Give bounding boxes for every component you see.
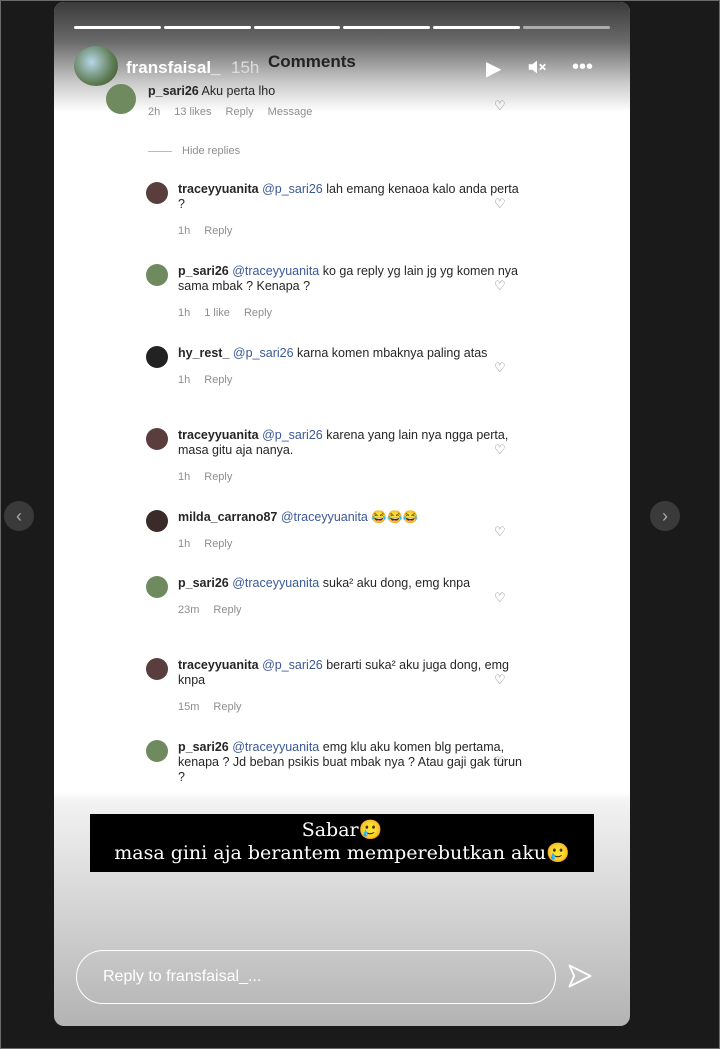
comment-user[interactable]: p_sari26 bbox=[178, 576, 229, 590]
next-story-button[interactable]: › bbox=[650, 501, 680, 531]
comment-mention[interactable]: @traceyyuanita bbox=[232, 576, 319, 590]
comment-mention[interactable]: @p_sari26 bbox=[262, 428, 323, 442]
message-link[interactable]: Message bbox=[268, 106, 313, 118]
avatar[interactable] bbox=[146, 428, 168, 450]
comment-likes[interactable]: 1 like bbox=[204, 307, 230, 319]
avatar[interactable] bbox=[146, 576, 168, 598]
reply-link[interactable]: Reply bbox=[204, 538, 232, 550]
comment-text: suka² aku dong, emg knpa bbox=[322, 576, 471, 590]
comment-time: 1h bbox=[178, 307, 191, 319]
comment-item: p_sari26 @traceyyuanita emg klu aku kome… bbox=[146, 740, 526, 785]
comment-time: 15m bbox=[178, 701, 200, 713]
comment-mention[interactable]: @p_sari26 bbox=[233, 346, 294, 360]
comment-text: Aku perta lho bbox=[201, 84, 276, 98]
reply-link[interactable]: Reply bbox=[226, 106, 254, 118]
heart-icon[interactable]: ♡ bbox=[494, 98, 508, 113]
comments-title: Comments bbox=[268, 52, 356, 71]
play-icon[interactable]: ▶ bbox=[486, 56, 501, 81]
reply-input[interactable] bbox=[76, 950, 556, 1004]
avatar[interactable] bbox=[146, 182, 168, 204]
comment-time: 1h bbox=[178, 538, 191, 550]
comment-user[interactable]: milda_carrano87 bbox=[178, 510, 277, 524]
comment-mention[interactable]: @traceyyuanita bbox=[232, 264, 319, 278]
avatar[interactable] bbox=[146, 510, 168, 532]
comment-text: 😂😂😂 bbox=[371, 510, 419, 524]
reply-link[interactable]: Reply bbox=[204, 374, 232, 386]
comment-user[interactable]: hy_rest_ bbox=[178, 346, 229, 360]
more-icon[interactable]: ••• bbox=[572, 56, 593, 79]
heart-icon[interactable]: ♡ bbox=[494, 442, 508, 457]
send-icon[interactable] bbox=[566, 962, 594, 997]
comment-item: traceyyuanita @p_sari26 lah emang kenaoa… bbox=[146, 182, 526, 239]
story-username[interactable]: fransfaisal_ bbox=[126, 58, 221, 78]
comment-user[interactable]: p_sari26 bbox=[148, 84, 199, 98]
avatar[interactable] bbox=[146, 346, 168, 368]
hide-replies-link[interactable]: Hide replies bbox=[148, 145, 240, 157]
comment-likes[interactable]: 13 likes bbox=[174, 106, 211, 118]
comment-item: traceyyuanita @p_sari26 karena yang lain… bbox=[146, 428, 526, 485]
reply-link[interactable]: Reply bbox=[213, 604, 241, 616]
heart-icon[interactable]: ♡ bbox=[494, 524, 508, 539]
comment-user[interactable]: p_sari26 bbox=[178, 264, 229, 278]
heart-icon[interactable]: ♡ bbox=[494, 754, 508, 769]
caption-line-2: masa gini aja berantem memperebutkan aku… bbox=[114, 842, 570, 864]
reply-link[interactable]: Reply bbox=[213, 701, 241, 713]
comment-text: emg klu aku komen blg pertama, kenapa ? … bbox=[178, 740, 522, 784]
comment-user[interactable]: traceyyuanita bbox=[178, 182, 259, 196]
comment-item: hy_rest_ @p_sari26 karna komen mbaknya p… bbox=[146, 346, 526, 388]
heart-icon[interactable]: ♡ bbox=[494, 360, 508, 375]
comment-item: p_sari26 Aku perta lho 2h 13 likes Reply Me… bbox=[106, 84, 486, 120]
comment-text: karna komen mbaknya paling atas bbox=[297, 346, 488, 360]
avatar[interactable] bbox=[106, 84, 136, 114]
comment-mention[interactable]: @p_sari26 bbox=[262, 182, 323, 196]
prev-story-button[interactable]: ‹ bbox=[4, 501, 34, 531]
reply-link[interactable]: Reply bbox=[204, 225, 232, 237]
comment-time: 2h bbox=[148, 106, 161, 118]
avatar[interactable] bbox=[146, 658, 168, 680]
heart-icon[interactable]: ♡ bbox=[494, 278, 508, 293]
comment-mention[interactable]: @p_sari26 bbox=[262, 658, 323, 672]
reply-link[interactable]: Reply bbox=[204, 471, 232, 483]
comment-item: traceyyuanita @p_sari26 berarti suka² ak… bbox=[146, 658, 526, 715]
comment-mention[interactable]: @traceyyuanita bbox=[281, 510, 368, 524]
comment-time: 1h bbox=[178, 374, 191, 386]
avatar[interactable] bbox=[146, 740, 168, 762]
heart-icon[interactable]: ♡ bbox=[494, 196, 508, 211]
comment-user[interactable]: traceyyuanita bbox=[178, 658, 259, 672]
avatar[interactable] bbox=[74, 46, 118, 86]
heart-icon[interactable]: ♡ bbox=[494, 590, 508, 605]
caption-line-1: Sabar🥲 bbox=[301, 819, 383, 841]
avatar[interactable] bbox=[146, 264, 168, 286]
heart-icon[interactable]: ♡ bbox=[494, 672, 508, 687]
story-time: 15h bbox=[231, 58, 260, 77]
comment-item: p_sari26 @traceyyuanita suka² aku dong, … bbox=[146, 576, 526, 618]
story-progress bbox=[74, 26, 610, 29]
comment-user[interactable]: traceyyuanita bbox=[178, 428, 259, 442]
comment-time: 23m bbox=[178, 604, 200, 616]
story-caption: Sabar🥲 masa gini aja berantem memperebut… bbox=[90, 814, 594, 872]
comment-mention[interactable]: @traceyyuanita bbox=[232, 740, 319, 754]
reply-link[interactable]: Reply bbox=[244, 307, 272, 319]
comment-item: p_sari26 @traceyyuanita ko ga reply yg l… bbox=[146, 264, 526, 321]
mute-icon[interactable] bbox=[526, 56, 548, 84]
comment-time: 1h bbox=[178, 471, 191, 483]
comment-user[interactable]: p_sari26 bbox=[178, 740, 229, 754]
comment-item: milda_carrano87 @traceyyuanita 😂😂😂 1h Rep… bbox=[146, 510, 526, 552]
comment-time: 1h bbox=[178, 225, 191, 237]
comment-text: ko ga reply yg lain jg yg komen nya sama… bbox=[178, 264, 518, 293]
story-card: fransfaisal_ 15h Comments ▶ ••• p_sari26… bbox=[54, 2, 630, 1026]
